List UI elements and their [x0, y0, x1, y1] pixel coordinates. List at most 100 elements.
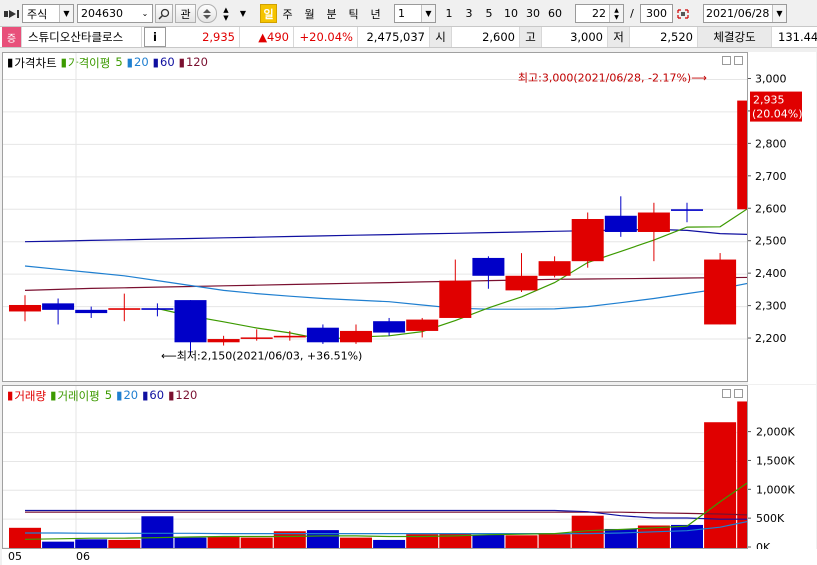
- market-type-select[interactable]: 주식 ▼: [22, 4, 74, 23]
- options-dropdown-icon[interactable]: ▼: [236, 4, 250, 23]
- change-rate: +20.04%: [294, 27, 358, 47]
- volume-bar: [141, 516, 174, 548]
- period-month-button[interactable]: 월: [301, 4, 318, 23]
- volume-chart: [3, 386, 747, 548]
- candle-body: [671, 209, 703, 211]
- volume-chart-panel[interactable]: ▮ 거래량 ▮ 거래이평 5 ▮ 20 ▮ 60 ▮ 120: [2, 385, 748, 549]
- sync-button[interactable]: [197, 4, 217, 23]
- period-minute-button[interactable]: 분: [323, 4, 340, 23]
- candle-body: [306, 327, 339, 343]
- chevron-down-icon: ▼: [772, 5, 786, 22]
- interval-60-button[interactable]: 60: [545, 4, 565, 23]
- candle-body: [737, 100, 747, 210]
- volume-y-axis: 2,000K1,500K1,000K500K0K: [748, 385, 816, 551]
- display-count-stepper[interactable]: 22 ▲ ▼: [575, 4, 624, 23]
- strength-label: 체결강도: [698, 27, 772, 47]
- stock-info-button[interactable]: i: [144, 27, 166, 47]
- interval-1-button[interactable]: 1: [441, 4, 457, 23]
- price-tick-label: 2,800: [755, 137, 787, 150]
- interval-10-button[interactable]: 10: [501, 4, 521, 23]
- ma120-line: [24, 276, 747, 291]
- related-stocks-button[interactable]: 관: [175, 4, 196, 23]
- candle-body: [637, 212, 670, 232]
- price-chart: 최고:3,000(2021/06/28, -2.17%)⟶ ⟵최저:2,150(2…: [3, 53, 747, 381]
- date-picker[interactable]: 2021/06/28 ▼: [703, 4, 787, 23]
- candle-body: [174, 300, 207, 343]
- period-week-button[interactable]: 주: [279, 4, 296, 23]
- price-tick-label: 2,400: [755, 267, 787, 280]
- market-type-value: 주식: [27, 7, 48, 21]
- candle-body: [9, 304, 41, 312]
- low-price: 2,520: [630, 27, 698, 47]
- candle-body: [439, 280, 472, 318]
- volume-bar: [373, 539, 406, 548]
- candle-body: [505, 275, 538, 291]
- candle-body: [373, 321, 406, 333]
- period-day-button[interactable]: 일: [260, 4, 277, 23]
- volume-tick-label: 1,500K: [756, 454, 795, 467]
- period-year-button[interactable]: 년: [367, 4, 384, 23]
- open-price: 2,600: [452, 27, 520, 47]
- current-price-tag-price: 2,935: [753, 94, 785, 107]
- candle-body: [538, 261, 571, 276]
- low-annotation: ⟵최저:2,150(2021/06/03, +36.51%): [161, 349, 362, 362]
- interval-select[interactable]: 1 ▼: [394, 4, 436, 23]
- window-menu-icon[interactable]: [3, 4, 21, 23]
- candle-body: [571, 219, 604, 262]
- count-divider: /: [630, 7, 634, 20]
- search-icon: [158, 8, 170, 20]
- sync-icon: [203, 8, 211, 19]
- volume-bar: [340, 537, 372, 548]
- high-label: 고: [520, 27, 542, 47]
- x-label-may: 05: [8, 550, 22, 563]
- volume-bar: [306, 530, 339, 548]
- candle-body: [604, 215, 637, 232]
- total-count-input[interactable]: 300: [640, 4, 673, 23]
- candle-body: [75, 309, 108, 314]
- search-button[interactable]: [155, 4, 173, 23]
- price-tick-label: 3,000: [755, 72, 787, 85]
- display-count-value: 22: [592, 7, 606, 20]
- price-change: ▲490: [240, 27, 294, 47]
- candle-body: [240, 337, 273, 339]
- volume-bar: [240, 537, 273, 548]
- current-price-tag-rate: (20.04%): [752, 108, 803, 121]
- high-price: 3,000: [542, 27, 608, 47]
- down-arrow-icon[interactable]: ▼: [223, 14, 228, 22]
- candle-body: [207, 339, 240, 343]
- stock-code-input[interactable]: 204630 ⌄: [77, 4, 153, 23]
- period-tick-button[interactable]: 틱: [345, 4, 362, 23]
- price-tick-label: 2,500: [755, 235, 787, 248]
- volume-bar: [737, 401, 747, 548]
- market-badge: 증: [2, 27, 22, 47]
- stock-prev-next-spinner[interactable]: ▲ ▼: [219, 4, 233, 23]
- price-chart-panel[interactable]: ▮ 가격차트 ▮ 가격이평 5 ▮ 20 ▮ 60 ▮ 120 최고:3,000(20…: [2, 52, 748, 382]
- candle-body: [108, 308, 141, 310]
- volume-bar: [704, 422, 737, 548]
- volume-bar: [9, 527, 41, 548]
- interval-5-button[interactable]: 5: [481, 4, 497, 23]
- strength-value: 131.44: [778, 30, 817, 44]
- volume-bar: [75, 539, 108, 548]
- volume-tick-label: 2,000K: [756, 426, 795, 439]
- volume-tick-label: 1,000K: [756, 483, 795, 496]
- stock-info-bar: 증 스튜디오산타클로스 i 2,935 ▲490 +20.04% 2,475,0…: [0, 27, 817, 48]
- stock-code-value: 204630: [81, 7, 123, 20]
- stock-name: 스튜디오산타클로스: [24, 27, 142, 47]
- low-label: 저: [608, 27, 630, 47]
- up-arrow-icon[interactable]: ▲: [223, 6, 228, 14]
- candle-body: [273, 335, 306, 338]
- price-y-axis: 3,0002,9002,8002,7002,6002,5002,4002,300…: [748, 52, 816, 384]
- price-tick-label: 2,300: [755, 300, 787, 313]
- volume-bar: [472, 534, 505, 548]
- volume-bar: [108, 539, 141, 548]
- candle-body: [472, 257, 505, 276]
- price-tick-label: 2,600: [755, 202, 787, 215]
- stepper-arrows-icon[interactable]: ▲ ▼: [609, 5, 623, 22]
- open-label: 시: [430, 27, 452, 47]
- high-annotation: 최고:3,000(2021/06/28, -2.17%)⟶: [518, 71, 707, 84]
- interval-30-button[interactable]: 30: [523, 4, 543, 23]
- interval-3-button[interactable]: 3: [461, 4, 477, 23]
- zoom-settings-icon[interactable]: [675, 4, 691, 23]
- candle-body: [42, 303, 75, 310]
